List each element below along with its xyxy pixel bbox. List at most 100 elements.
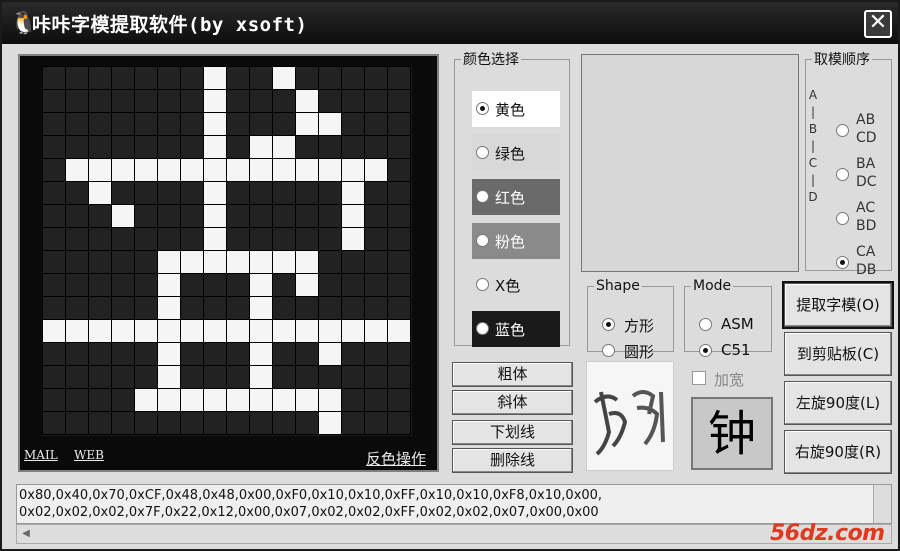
grid-cell[interactable]	[318, 135, 342, 159]
grid-cell[interactable]	[318, 296, 342, 320]
grid-cell[interactable]	[249, 181, 273, 205]
grid-cell[interactable]	[42, 342, 66, 366]
grid-cell[interactable]	[341, 273, 365, 297]
grid-cell[interactable]	[42, 135, 66, 159]
grid-cell[interactable]	[88, 319, 112, 343]
grid-cell[interactable]	[364, 296, 388, 320]
grid-cell[interactable]	[42, 181, 66, 205]
grid-cell[interactable]	[111, 158, 135, 182]
grid-cell[interactable]	[65, 342, 89, 366]
grid-cell[interactable]	[134, 388, 158, 412]
grid-cell[interactable]	[157, 342, 181, 366]
grid-cell[interactable]	[180, 204, 204, 228]
order-option[interactable]: AB CD	[836, 111, 888, 151]
grid-cell[interactable]	[203, 388, 227, 412]
grid-cell[interactable]	[318, 411, 342, 435]
grid-cell[interactable]	[226, 411, 250, 435]
grid-cell[interactable]	[180, 89, 204, 113]
grid-cell[interactable]	[226, 112, 250, 136]
color-option[interactable]: 黄色	[472, 91, 560, 127]
grid-cell[interactable]	[387, 273, 411, 297]
grid-cell[interactable]	[65, 181, 89, 205]
grid-cell[interactable]	[134, 342, 158, 366]
grid-cell[interactable]	[364, 112, 388, 136]
grid-cell[interactable]	[180, 158, 204, 182]
radio-icon[interactable]	[476, 102, 489, 115]
web-link[interactable]: WEB	[74, 448, 104, 462]
grid-cell[interactable]	[88, 296, 112, 320]
grid-cell[interactable]	[180, 227, 204, 251]
grid-cell[interactable]	[249, 296, 273, 320]
grid-cell[interactable]	[157, 66, 181, 90]
copy-to-clipboard-button[interactable]: 到剪贴板(C)	[784, 332, 892, 376]
close-button[interactable]: ✕	[864, 10, 892, 38]
grid-cell[interactable]	[272, 296, 296, 320]
underline-button[interactable]: 下划线	[452, 420, 573, 445]
grid-cell[interactable]	[42, 273, 66, 297]
grid-cell[interactable]	[226, 66, 250, 90]
grid-cell[interactable]	[249, 66, 273, 90]
grid-cell[interactable]	[88, 273, 112, 297]
grid-cell[interactable]	[387, 204, 411, 228]
grid-cell[interactable]	[180, 181, 204, 205]
grid-cell[interactable]	[88, 250, 112, 274]
grid-cell[interactable]	[180, 273, 204, 297]
mail-link[interactable]: MAIL	[24, 448, 58, 462]
grid-cell[interactable]	[295, 250, 319, 274]
grid-cell[interactable]	[295, 89, 319, 113]
grid-cell[interactable]	[88, 135, 112, 159]
grid-cell[interactable]	[318, 250, 342, 274]
grid-cell[interactable]	[364, 250, 388, 274]
grid-cell[interactable]	[65, 296, 89, 320]
grid-cell[interactable]	[272, 135, 296, 159]
grid-cell[interactable]	[203, 250, 227, 274]
grid-cell[interactable]	[364, 388, 388, 412]
rotate-right-button[interactable]: 右旋90度(R)	[784, 430, 892, 474]
grid-cell[interactable]	[295, 319, 319, 343]
grid-cell[interactable]	[341, 204, 365, 228]
grid-cell[interactable]	[341, 227, 365, 251]
grid-cell[interactable]	[364, 158, 388, 182]
grid-cell[interactable]	[88, 112, 112, 136]
order-option[interactable]: BA DC	[836, 155, 888, 195]
grid-cell[interactable]	[387, 365, 411, 389]
grid-cell[interactable]	[295, 204, 319, 228]
grid-cell[interactable]	[65, 66, 89, 90]
grid-cell[interactable]	[318, 342, 342, 366]
grid-cell[interactable]	[387, 388, 411, 412]
grid-cell[interactable]	[318, 89, 342, 113]
grid-cell[interactable]	[341, 250, 365, 274]
grid-cell[interactable]	[111, 388, 135, 412]
grid-cell[interactable]	[88, 66, 112, 90]
grid-cell[interactable]	[318, 112, 342, 136]
grid-cell[interactable]	[249, 273, 273, 297]
grid-cell[interactable]	[88, 365, 112, 389]
radio-icon[interactable]	[602, 344, 615, 357]
grid-cell[interactable]	[295, 112, 319, 136]
color-option[interactable]: 红色	[472, 179, 560, 215]
grid-cell[interactable]	[65, 158, 89, 182]
grid-cell[interactable]	[341, 66, 365, 90]
grid-cell[interactable]	[111, 342, 135, 366]
grid-cell[interactable]	[226, 89, 250, 113]
color-option[interactable]: X色	[472, 267, 560, 303]
grid-cell[interactable]	[249, 135, 273, 159]
grid-cell[interactable]	[42, 296, 66, 320]
grid-cell[interactable]	[203, 227, 227, 251]
grid-cell[interactable]	[157, 227, 181, 251]
grid-cell[interactable]	[88, 342, 112, 366]
grid-cell[interactable]	[387, 342, 411, 366]
grid-cell[interactable]	[157, 204, 181, 228]
grid-cell[interactable]	[42, 158, 66, 182]
grid-cell[interactable]	[387, 227, 411, 251]
grid-cell[interactable]	[387, 89, 411, 113]
grid-cell[interactable]	[249, 250, 273, 274]
grid-cell[interactable]	[364, 365, 388, 389]
grid-cell[interactable]	[134, 135, 158, 159]
grid-cell[interactable]	[203, 319, 227, 343]
radio-icon[interactable]	[836, 212, 849, 225]
grid-cell[interactable]	[65, 227, 89, 251]
grid-cell[interactable]	[318, 204, 342, 228]
grid-cell[interactable]	[65, 388, 89, 412]
radio-icon[interactable]	[476, 278, 489, 291]
